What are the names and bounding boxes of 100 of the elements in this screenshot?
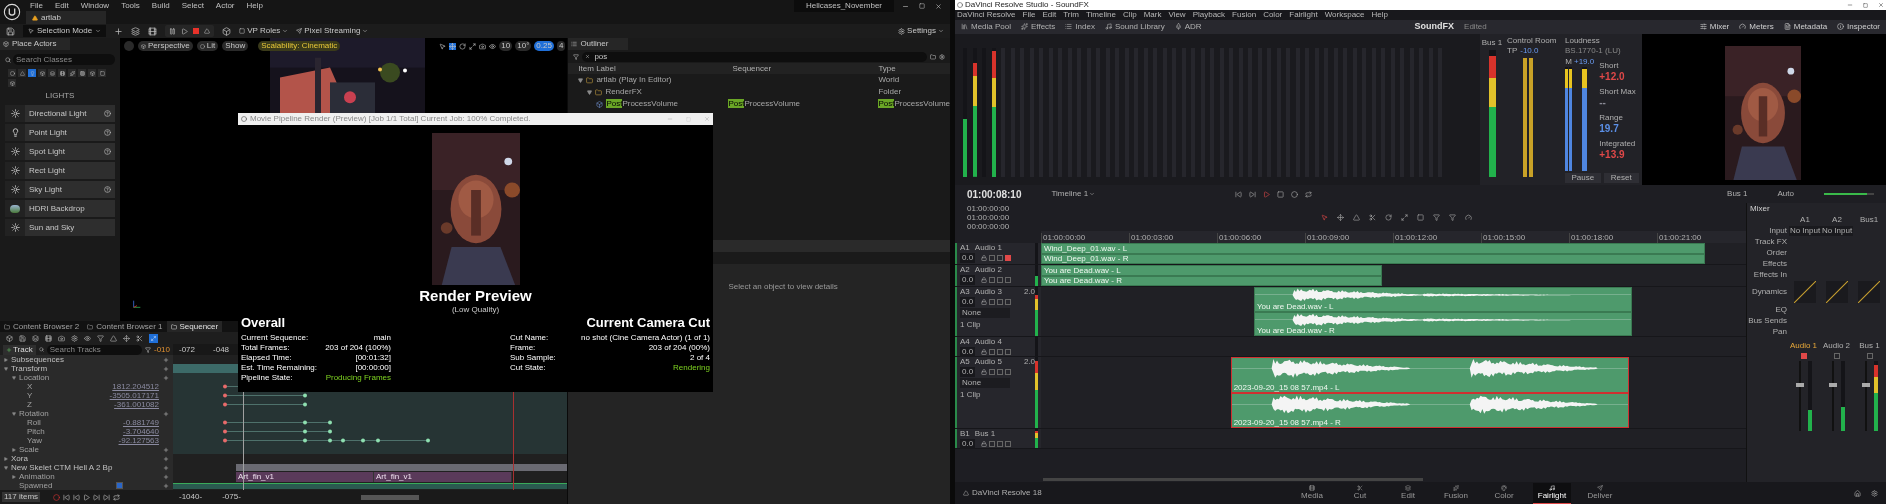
restore-icon[interactable]: [1863, 2, 1868, 8]
pause-icon[interactable]: [169, 27, 177, 35]
add-icon[interactable]: [163, 455, 169, 462]
add-icon[interactable]: [163, 365, 169, 372]
menu-item[interactable]: Edit: [54, 0, 69, 11]
meter-button[interactable]: Pause: [1565, 173, 1601, 184]
document-tab[interactable]: artlab: [26, 11, 106, 24]
menu-item[interactable]: Edit: [1042, 10, 1057, 20]
light-item[interactable]: Spot Light: [5, 143, 115, 160]
solo-button[interactable]: [997, 255, 1004, 262]
camera-speed-button[interactable]: 4: [556, 41, 566, 51]
category-tab[interactable]: [18, 69, 26, 77]
panel-tab[interactable]: Place Actors: [0, 38, 70, 50]
eject-icon[interactable]: [204, 28, 211, 34]
edit-tool-icon[interactable]: [1449, 213, 1456, 221]
column-header[interactable]: Item Label: [568, 62, 729, 75]
volume-field[interactable]: 0.0: [960, 439, 976, 450]
sequencer-tool-icon[interactable]: [123, 334, 130, 342]
transform-tool-icon[interactable]: [479, 42, 487, 50]
light-item[interactable]: Directional Light: [5, 105, 115, 122]
menu-item[interactable]: Mark: [1143, 10, 1162, 20]
light-item[interactable]: Sky Light: [5, 181, 115, 198]
snap-button[interactable]: [149, 333, 158, 343]
sequencer-tool-icon[interactable]: [32, 334, 39, 342]
show-button[interactable]: Show: [222, 41, 249, 51]
transport-icon[interactable]: [103, 493, 111, 501]
expand-arrow-icon[interactable]: [4, 366, 8, 371]
effect-dropdown[interactable]: None: [960, 308, 1010, 319]
category-tab[interactable]: [8, 79, 16, 87]
category-tab[interactable]: [48, 69, 56, 77]
menu-item[interactable]: Timeline: [1085, 10, 1116, 20]
expand-arrow-icon[interactable]: [587, 89, 593, 95]
solo-button[interactable]: [997, 277, 1004, 284]
help-icon[interactable]: [104, 148, 111, 155]
grid-snap-button[interactable]: 10: [499, 41, 513, 51]
category-tab[interactable]: [88, 69, 96, 77]
transport-icon[interactable]: [1249, 190, 1257, 198]
transport-icon[interactable]: [83, 493, 91, 501]
light-item[interactable]: Rect Light: [5, 162, 115, 179]
menu-item[interactable]: Actor: [215, 0, 235, 11]
menu-item[interactable]: Help: [246, 0, 263, 11]
checkbox[interactable]: [116, 482, 123, 489]
page-tab[interactable]: Fairlight: [1533, 482, 1571, 504]
sequencer-tool-icon[interactable]: [71, 334, 78, 342]
settings-button[interactable]: Settings: [898, 25, 944, 37]
record-icon[interactable]: [53, 493, 61, 501]
page-tab[interactable]: Deliver: [1581, 482, 1619, 504]
solo-button[interactable]: [997, 299, 1004, 306]
monitor-dropdown[interactable]: Bus 1: [1727, 188, 1748, 201]
timeline-dropdown[interactable]: Timeline 1: [1051, 188, 1096, 201]
expand-arrow-icon[interactable]: [4, 357, 8, 362]
menu-item[interactable]: Tools: [121, 0, 140, 11]
record-button[interactable]: [989, 369, 996, 376]
view-mode-button[interactable]: Perspective: [138, 41, 193, 51]
expand-arrow-icon[interactable]: [12, 411, 16, 416]
volume-field[interactable]: 0.0: [960, 367, 976, 378]
play-icon[interactable]: [181, 27, 189, 35]
mute-button[interactable]: [1005, 299, 1012, 306]
transform-tool-icon[interactable]: [489, 42, 497, 50]
menu-item[interactable]: Fusion: [1232, 10, 1257, 20]
toolbar-button[interactable]: Inspector: [1837, 20, 1880, 33]
add-track-button[interactable]: Track: [3, 344, 36, 355]
record-button[interactable]: [989, 349, 996, 356]
menu-item[interactable]: View: [1168, 10, 1186, 20]
category-tab[interactable]: [98, 69, 106, 77]
transport-icon[interactable]: [1235, 190, 1243, 198]
save-icon[interactable]: [6, 26, 15, 36]
lock-icon[interactable]: [981, 441, 988, 448]
sequencer-tool-icon[interactable]: [6, 334, 13, 342]
expand-arrow-icon[interactable]: [578, 77, 584, 83]
settings-icon[interactable]: [939, 53, 945, 60]
expand-arrow-icon[interactable]: [12, 447, 16, 452]
stop-icon[interactable]: [193, 28, 200, 34]
lock-icon[interactable]: [981, 349, 988, 356]
menu-item[interactable]: Color: [1263, 10, 1283, 20]
menu-item[interactable]: Fairlight: [1289, 10, 1318, 20]
toolbar-button[interactable]: Meters: [1739, 20, 1774, 33]
meter-button[interactable]: Reset: [1603, 173, 1639, 184]
menu-item[interactable]: Workspace: [1324, 10, 1365, 20]
sequencer-tool-icon[interactable]: [136, 334, 143, 342]
sequencer-tool-icon[interactable]: [110, 334, 117, 342]
volume-field[interactable]: 0.0: [960, 297, 976, 308]
column-header[interactable]: Type: [878, 62, 950, 75]
add-icon[interactable]: [163, 464, 169, 471]
light-item[interactable]: Sun and Sky: [5, 219, 115, 236]
menu-item[interactable]: Clip: [1122, 10, 1137, 20]
solo-button[interactable]: [997, 369, 1004, 376]
menu-item[interactable]: File: [1022, 10, 1036, 20]
toolbar-button[interactable]: Sound Library: [1104, 20, 1165, 33]
category-tab[interactable]: [58, 69, 66, 77]
toolbar-button[interactable]: Mixer: [1699, 20, 1730, 33]
transform-tool-icon[interactable]: [469, 42, 477, 50]
light-item[interactable]: Point Light: [5, 124, 115, 141]
mute-button[interactable]: [1800, 353, 1807, 360]
edit-tool-icon[interactable]: [1337, 213, 1344, 221]
toolbar-button[interactable]: Metadata: [1783, 20, 1828, 33]
expand-arrow-icon[interactable]: [12, 474, 16, 479]
lighting-button[interactable]: Lit: [196, 41, 219, 51]
record-button[interactable]: [989, 255, 996, 262]
page-tab[interactable]: Edit: [1389, 482, 1427, 504]
